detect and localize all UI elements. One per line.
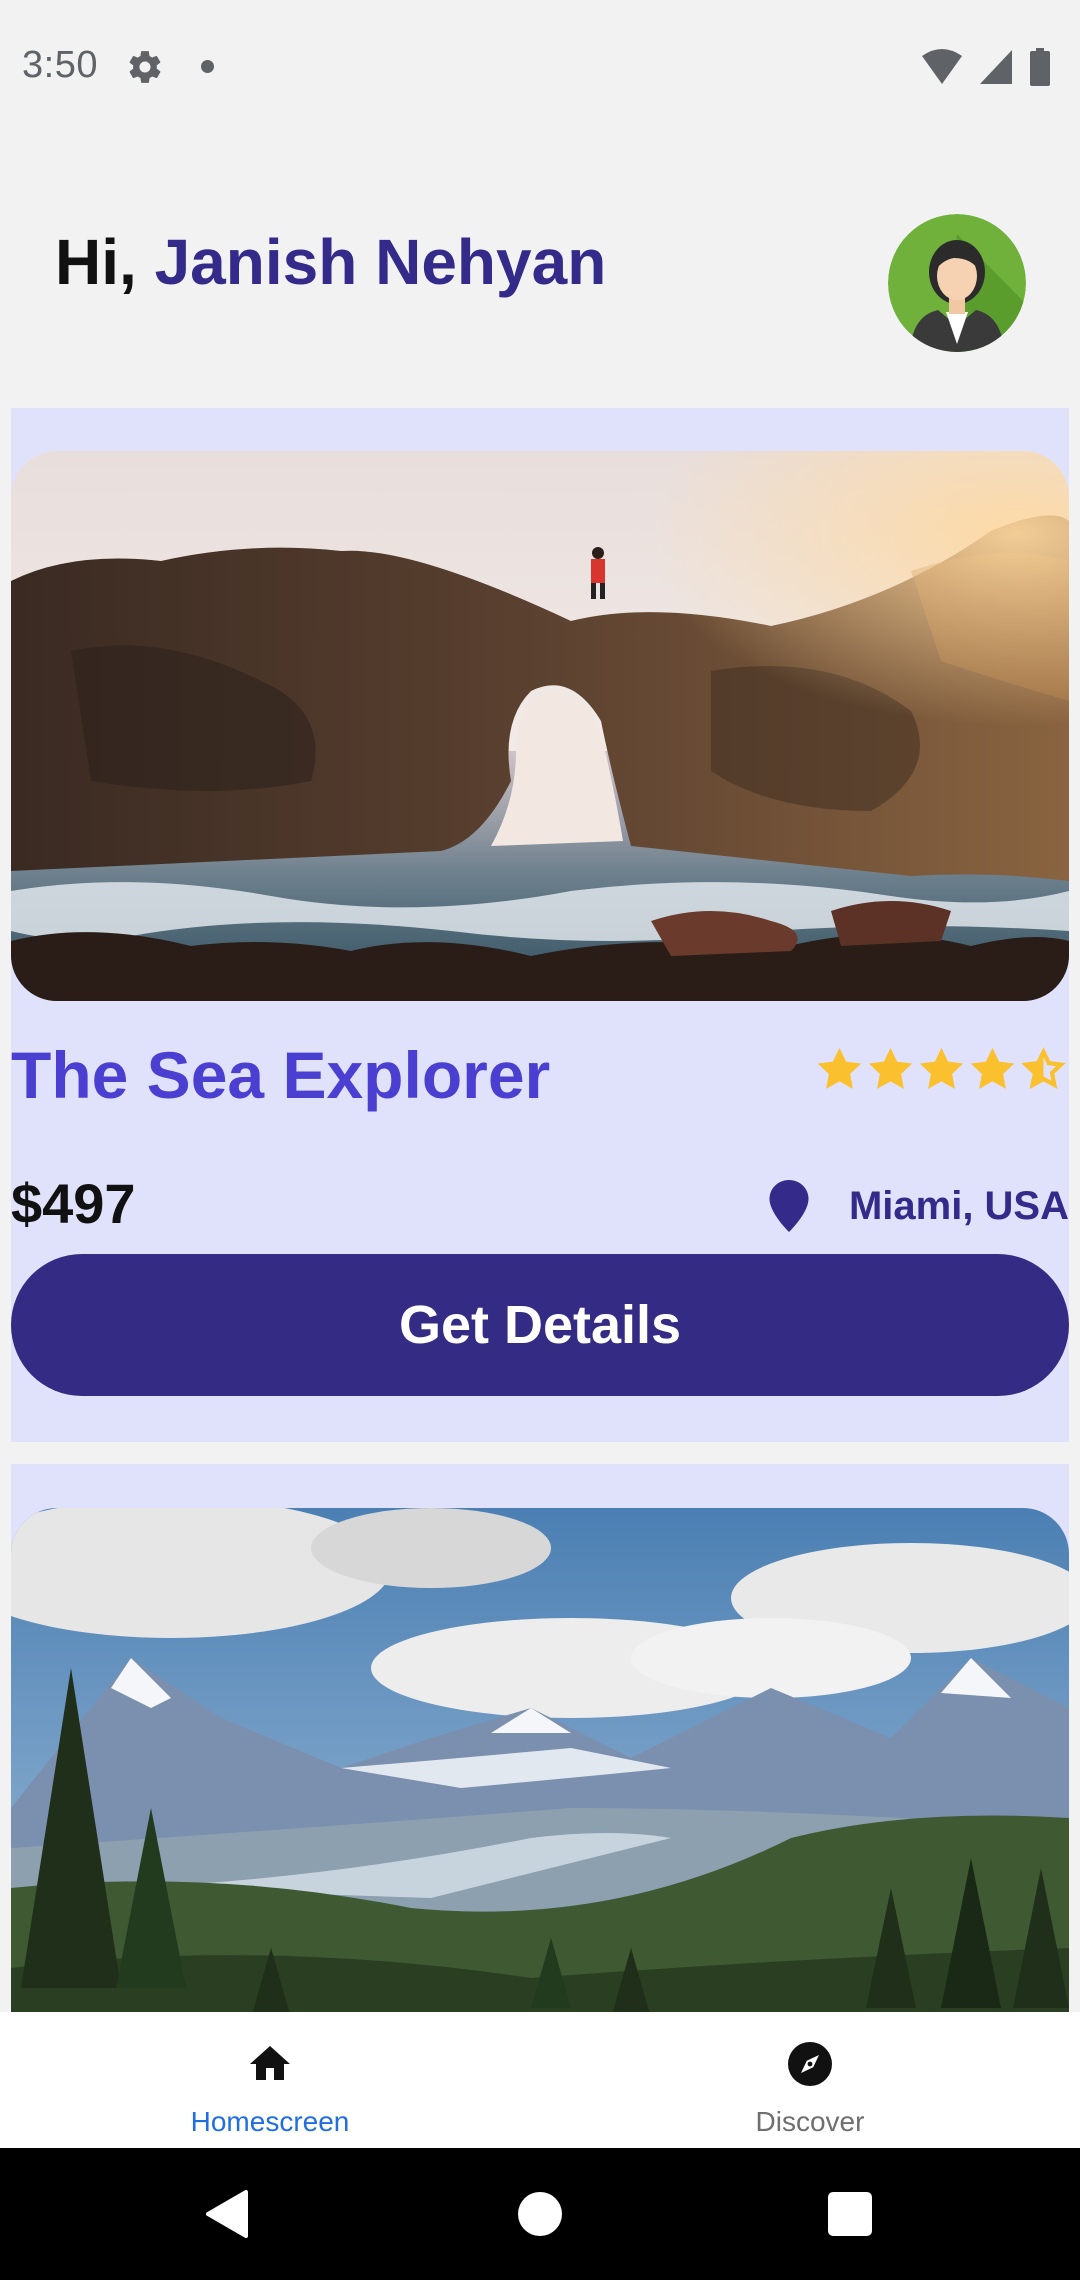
trip-title: The Sea Explorer	[11, 1038, 551, 1112]
system-navigation-bar	[0, 2148, 1080, 2280]
location-pin-icon	[769, 1180, 809, 1232]
bottom-navigation: Homescreen Discover	[0, 2012, 1080, 2148]
signal-icon	[980, 50, 1012, 84]
user-avatar-icon[interactable]	[888, 214, 1026, 352]
compass-icon	[788, 2042, 832, 2086]
greeting-text: Hi,	[55, 226, 137, 298]
nav-label: Discover	[755, 2106, 865, 2137]
status-time: 3:50	[22, 44, 98, 86]
recents-icon[interactable]	[828, 2192, 872, 2236]
sea-arch-photo	[11, 451, 1069, 1001]
star-full-icon	[919, 1047, 964, 1089]
nav-homescreen[interactable]: Homescreen	[0, 2012, 540, 2148]
battery-icon	[1030, 48, 1050, 86]
star-full-icon	[817, 1047, 862, 1089]
trip-location: Miami, USA	[769, 1174, 1069, 1238]
trip-price: $497	[11, 1172, 136, 1235]
settings-icon	[129, 51, 161, 83]
wifi-icon	[922, 49, 962, 84]
star-half-icon	[1021, 1047, 1066, 1089]
user-name: Janish Nehyan	[154, 226, 607, 298]
get-details-button[interactable]: Get Details	[11, 1254, 1069, 1396]
status-bar: 3:50	[0, 0, 1080, 134]
star-full-icon	[970, 1047, 1015, 1089]
mountain-valley-photo	[11, 1508, 1069, 2068]
star-full-icon	[868, 1047, 913, 1089]
home-circle-icon[interactable]	[518, 2192, 562, 2236]
greeting-heading: Hi, Janish Nehyan	[55, 222, 606, 302]
back-icon[interactable]	[202, 2188, 252, 2240]
trip-card[interactable]: The Sea Explorer $497 Miami, USA Get Det…	[11, 408, 1069, 1442]
star-rating	[814, 1044, 1069, 1108]
status-indicators	[922, 48, 1050, 86]
trip-card[interactable]	[11, 1464, 1069, 2068]
nav-discover[interactable]: Discover	[540, 2012, 1080, 2148]
notification-dot-icon	[201, 60, 214, 73]
nav-label: Homescreen	[190, 2106, 350, 2137]
home-icon	[250, 2046, 290, 2080]
location-text: Miami, USA	[848, 1183, 1069, 1228]
